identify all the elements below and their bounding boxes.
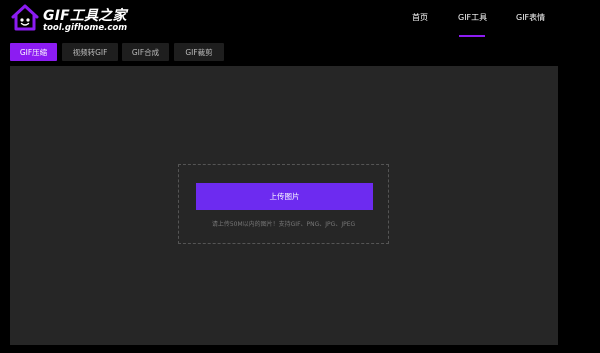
page: GIF工具之家 tool.gifhome.com 首页 GIF工具 GIF表情 … bbox=[0, 0, 600, 353]
upload-hint: 请上传50M以内的图片！支持GIF、PNG、JPG、JPEG bbox=[211, 221, 356, 228]
nav-item-home[interactable]: 首页 bbox=[412, 12, 428, 23]
nav-item-gif-tools[interactable]: GIF工具 bbox=[458, 12, 487, 23]
house-logo-icon bbox=[11, 4, 39, 31]
upload-image-button[interactable]: 上传图片 bbox=[196, 183, 373, 210]
tab-video-to-gif[interactable]: 视频转GIF bbox=[62, 43, 118, 61]
logo-title: GIF工具之家 bbox=[43, 8, 127, 24]
tab-gif-crop[interactable]: GIF裁剪 bbox=[174, 43, 224, 61]
tab-gif-merge[interactable]: GIF合成 bbox=[122, 43, 169, 61]
site-logo[interactable]: GIF工具之家 tool.gifhome.com bbox=[9, 2, 159, 38]
upload-dropzone[interactable]: 上传图片 请上传50M以内的图片！支持GIF、PNG、JPG、JPEG bbox=[178, 164, 389, 244]
tab-gif-compress[interactable]: GIF压缩 bbox=[10, 43, 57, 61]
logo-url: tool.gifhome.com bbox=[43, 23, 128, 33]
nav-active-indicator bbox=[459, 35, 485, 37]
nav-item-gif-stickers[interactable]: GIF表情 bbox=[516, 12, 545, 23]
upload-panel: 上传图片 请上传50M以内的图片！支持GIF、PNG、JPG、JPEG bbox=[10, 66, 558, 345]
